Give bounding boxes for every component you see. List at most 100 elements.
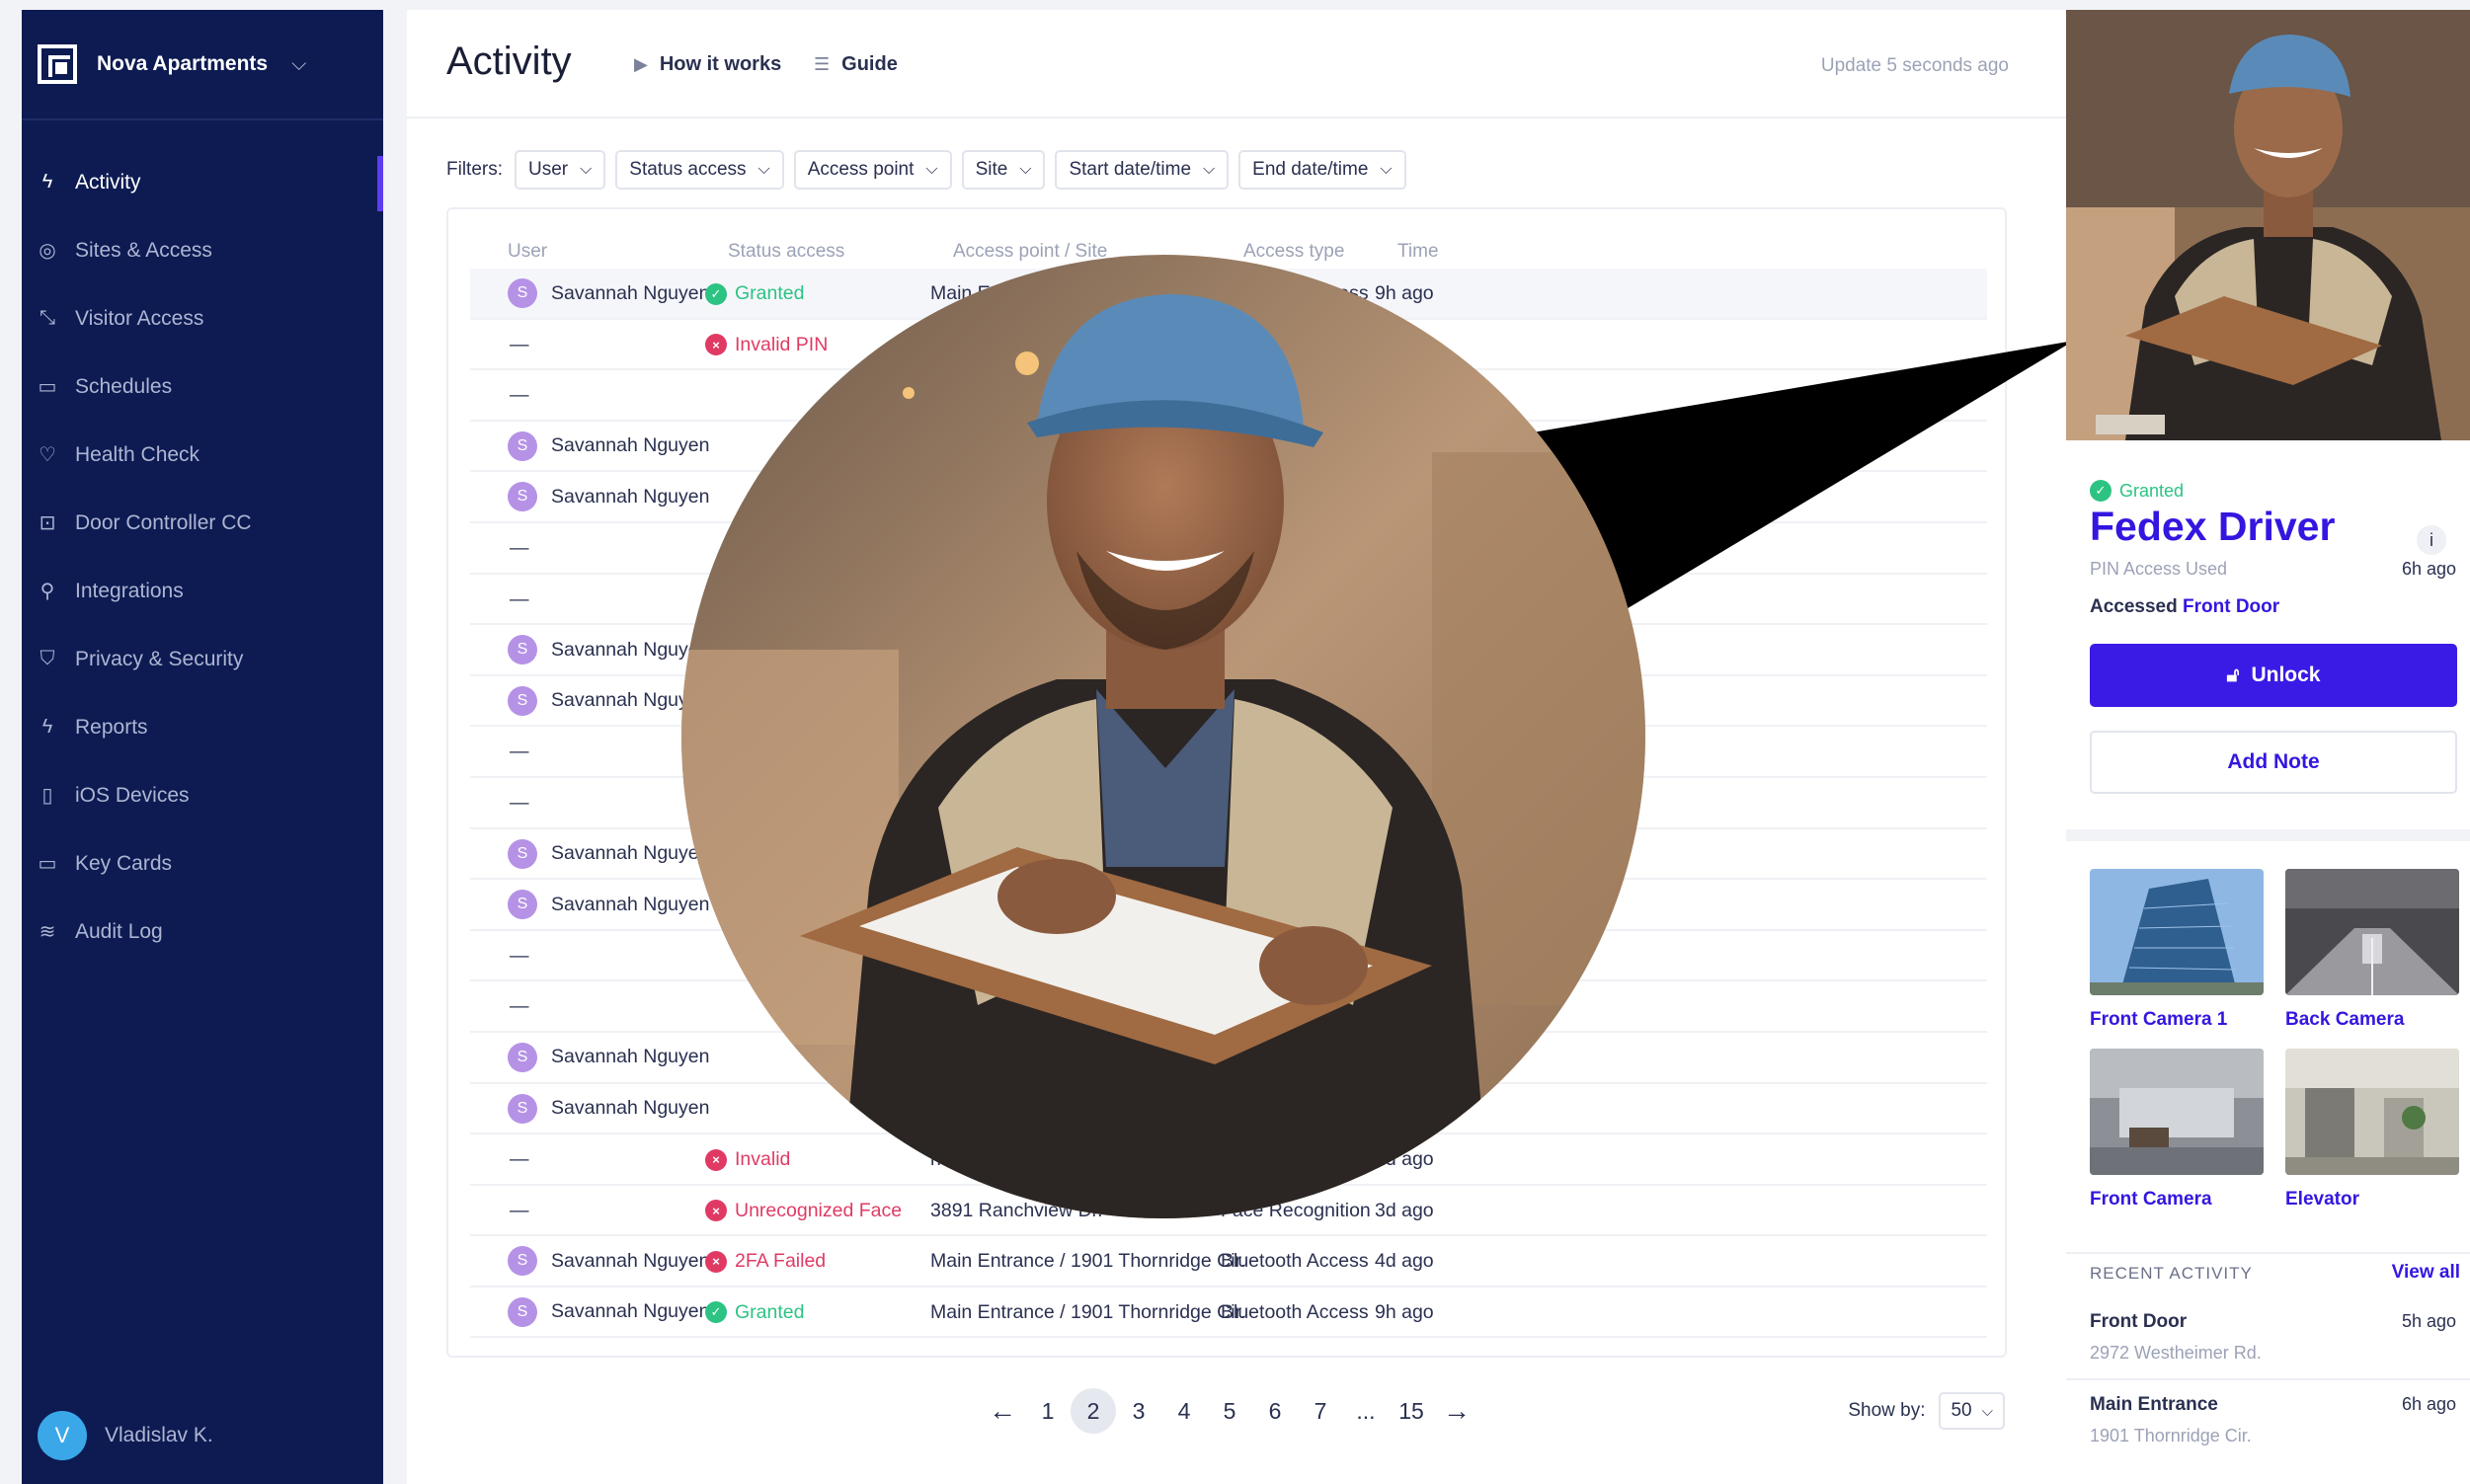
filter-start-date-time[interactable]: Start date/time ⌵	[1055, 150, 1230, 190]
table-row[interactable]: S Savannah Nguyen × 2FA Failed Main Entrance…	[470, 1236, 1987, 1288]
filter-label: Access point	[807, 159, 915, 180]
column-header-status[interactable]: Status access	[728, 241, 844, 263]
user-cell: S Savannah Nguyen	[508, 635, 710, 665]
sidebar-item-privacy-security[interactable]: ⛉ Privacy & Security	[22, 625, 383, 693]
camera-thumbnail-front[interactable]	[2090, 1049, 2264, 1175]
empty-user-dash: —	[510, 333, 529, 355]
sidebar-item-label: Sites & Access	[75, 238, 212, 262]
access-point-cell: Main Entrance / 1901 Thornridge Cir.	[930, 1250, 1246, 1273]
visitor-photo-zoom	[681, 255, 1645, 1218]
page-number[interactable]: 2	[1071, 1388, 1116, 1434]
sidebar-nav: ϟ Activity ◎ Sites & Access ⤡ Visitor Access ▭…	[22, 148, 383, 966]
page-number[interactable]: 5	[1207, 1388, 1252, 1434]
camera-label-back[interactable]: Back Camera	[2285, 1009, 2404, 1031]
status-label: Invalid	[735, 1148, 791, 1171]
user-name: Savannah Nguyen	[551, 842, 710, 865]
empty-user-dash: —	[510, 1199, 529, 1221]
filter-end-date-time[interactable]: End date/time ⌵	[1238, 150, 1406, 190]
lock-icon: ⊡	[39, 512, 56, 534]
user-cell: S Savannah Nguyen	[508, 1093, 710, 1124]
access-type-cell: Bluetooth Access	[1221, 1300, 1369, 1323]
page-number[interactable]: 1	[1025, 1388, 1071, 1434]
page-number[interactable]: 7	[1298, 1388, 1343, 1434]
card-icon: ▭	[38, 853, 57, 875]
sidebar-item-label: Integrations	[75, 579, 184, 602]
page-number[interactable]: 15	[1389, 1388, 1434, 1434]
camera-label-front[interactable]: Front Camera	[2090, 1189, 2212, 1211]
page-number[interactable]: 3	[1116, 1388, 1161, 1434]
sidebar-item-ios-devices[interactable]: ▯ iOS Devices	[22, 761, 383, 829]
filter-bar: Filters: User ⌵ Status access ⌵ Access point…	[446, 148, 1416, 192]
chevron-down-icon: ⌵	[1019, 161, 1032, 178]
status-label: Granted	[735, 1300, 805, 1323]
user-profile[interactable]: V Vladislav K.	[38, 1411, 213, 1460]
how-it-works-link[interactable]: ▶ How it works	[634, 53, 781, 76]
camera-label-elevator[interactable]: Elevator	[2285, 1189, 2359, 1211]
page-size-select[interactable]: 50 ⌵	[1939, 1392, 2005, 1430]
page-number[interactable]: 6	[1252, 1388, 1298, 1434]
table-row[interactable]: S Savannah Nguyen✓ Granted Main Entrance / …	[470, 1288, 1987, 1339]
x-circle-icon: ×	[705, 1200, 727, 1222]
page-number[interactable]: 4	[1161, 1388, 1207, 1434]
sidebar-item-sites-access[interactable]: ◎ Sites & Access	[22, 216, 383, 284]
x-circle-icon: ×	[705, 1250, 727, 1273]
divider	[2066, 829, 2470, 841]
filter-status-access[interactable]: Status access ⌵	[615, 150, 784, 190]
recent-item-title[interactable]: Main Entrance	[2090, 1394, 2218, 1416]
sidebar-item-label: Schedules	[75, 374, 173, 398]
sidebar-item-activity[interactable]: ϟ Activity	[22, 148, 383, 216]
unlock-label: Unlock	[2251, 664, 2321, 686]
column-header-time[interactable]: Time	[1397, 241, 1439, 263]
sidebar-item-key-cards[interactable]: ▭ Key Cards	[22, 829, 383, 898]
recent-item-title[interactable]: Front Door	[2090, 1311, 2187, 1333]
sidebar-item-visitor-access[interactable]: ⤡ Visitor Access	[22, 284, 383, 352]
user-name: Vladislav K.	[105, 1424, 213, 1446]
camera-label-front-1[interactable]: Front Camera 1	[2090, 1009, 2227, 1031]
filter-access-point[interactable]: Access point ⌵	[793, 150, 952, 190]
add-note-label: Add Note	[2227, 750, 2320, 773]
workspace-switcher[interactable]: Nova Apartments ⌵	[22, 10, 383, 120]
prev-page-arrow-icon[interactable]: ←	[980, 1388, 1025, 1434]
sidebar-item-health-check[interactable]: ♡ Health Check	[22, 421, 383, 489]
filter-site[interactable]: Site ⌵	[961, 150, 1046, 190]
info-icon[interactable]: i	[2417, 525, 2446, 555]
accessed-door-link[interactable]: Front Door	[2183, 596, 2279, 617]
access-type-cell: Bluetooth Access	[1221, 1250, 1369, 1273]
location-pin-icon: ◎	[39, 240, 56, 262]
next-page-arrow-icon[interactable]: →	[1434, 1388, 1479, 1434]
empty-user-dash: —	[510, 384, 529, 407]
brand-logo	[38, 44, 77, 84]
status-label: Granted	[735, 282, 805, 304]
sidebar-item-schedules[interactable]: ▭ Schedules	[22, 352, 383, 421]
user-cell: S Savannah Nguyen	[508, 890, 709, 920]
user-name: Savannah Nguyen	[551, 1097, 710, 1119]
divider	[2066, 1252, 2470, 1254]
guide-link[interactable]: ☰ Guide	[814, 53, 898, 76]
avatar: S	[508, 838, 537, 869]
add-note-button[interactable]: Add Note	[2090, 731, 2457, 794]
camera-thumbnail-elevator[interactable]	[2285, 1049, 2459, 1175]
bolt-icon: ϟ	[41, 716, 53, 738]
building-image	[2090, 869, 2264, 995]
user-name: Savannah Nguyen	[551, 1300, 710, 1323]
how-it-works-label: How it works	[659, 53, 782, 75]
sidebar-item-integrations[interactable]: ⚲ Integrations	[22, 557, 383, 625]
sidebar-item-audit-log[interactable]: ≋ Audit Log	[22, 898, 383, 966]
user-name: Savannah Nguyen	[551, 638, 710, 661]
column-header-access-type[interactable]: Access type	[1243, 241, 1344, 263]
column-header-access-point[interactable]: Access point / Site	[953, 241, 1107, 263]
column-header-user[interactable]: User	[508, 241, 547, 263]
visitor-detail-panel: ✓ Granted Fedex Driver i PIN Access Used…	[2066, 10, 2470, 1484]
avatar: S	[508, 430, 537, 461]
sidebar-item-reports[interactable]: ϟ Reports	[22, 693, 383, 761]
avatar: S	[508, 1296, 537, 1327]
camera-thumbnail-back[interactable]	[2285, 869, 2459, 995]
camera-thumbnail-front-1[interactable]	[2090, 869, 2264, 995]
view-all-link[interactable]: View all	[2392, 1262, 2460, 1284]
recent-item-address: 2972 Westheimer Rd.	[2090, 1343, 2262, 1363]
avatar: S	[508, 1042, 537, 1072]
filter-user[interactable]: User ⌵	[515, 150, 606, 190]
sidebar-item-door-controller-cc[interactable]: ⊡ Door Controller CC	[22, 489, 383, 557]
unlock-button[interactable]: 🔓︎ Unlock	[2090, 644, 2457, 707]
detail-status-label: Granted	[2119, 480, 2185, 501]
